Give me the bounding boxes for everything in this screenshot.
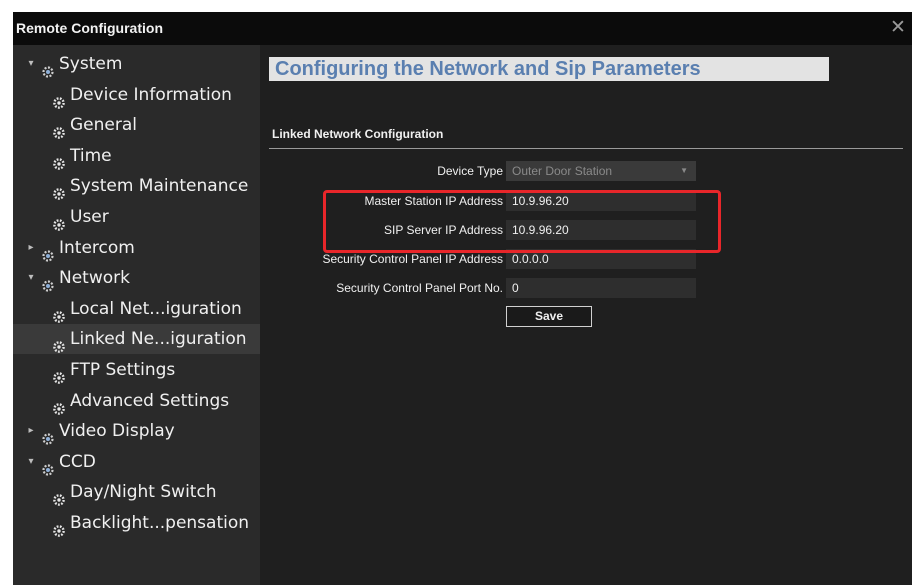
- sidebar-item-label: FTP Settings: [70, 360, 176, 380]
- sidebar-item-label: General: [70, 115, 137, 136]
- close-icon[interactable]: ✕: [888, 15, 908, 39]
- gear-icon: [53, 333, 65, 354]
- sidebar-item-local-net-iguration[interactable]: Local Net...iguration: [13, 294, 260, 324]
- sidebar-item-user[interactable]: User: [13, 202, 260, 232]
- page-header: Configuring the Network and Sip Paramete…: [269, 57, 829, 81]
- sidebar-item-backlight-pensation[interactable]: Backlight...pensation: [13, 508, 260, 538]
- sidebar-item-device-information[interactable]: Device Information: [13, 80, 260, 110]
- sidebar-item-ccd[interactable]: ▾ CCD: [13, 447, 260, 477]
- expand-arrow-right-icon[interactable]: ▸: [27, 416, 35, 446]
- gear-icon: [53, 364, 65, 384]
- gear-icon: [53, 303, 65, 323]
- sidebar-item-label: Time: [70, 145, 112, 166]
- gear-group-icon: [42, 242, 54, 262]
- sidebar-item-label: Intercom: [59, 237, 135, 258]
- sidebar-item-system-maintenance[interactable]: System Maintenance: [13, 171, 260, 201]
- security-control-panel-port-no-field[interactable]: 0: [506, 278, 696, 298]
- sidebar-item-label: System: [59, 54, 123, 74]
- sip-server-ip-address-field[interactable]: 10.9.96.20: [506, 220, 696, 240]
- sidebar-item-label: System Maintenance: [70, 176, 249, 197]
- sidebar-item-advanced-settings[interactable]: Advanced Settings: [13, 386, 260, 416]
- gear-icon: [53, 517, 65, 537]
- security-control-panel-ip-address-value: 0.0.0.0: [512, 252, 549, 266]
- sidebar-item-label: Day/Night Switch: [70, 482, 217, 503]
- expand-arrow-down-icon[interactable]: ▾: [27, 447, 35, 477]
- remote-configuration-window: Remote Configuration ✕ ▾ System Device Inf…: [13, 12, 912, 585]
- security-control-panel-port-no-label: Security Control Panel Port No.: [336, 281, 503, 295]
- sidebar-item-day-night-switch[interactable]: Day/Night Switch: [13, 477, 260, 507]
- sidebar-item-label: Device Information: [70, 84, 232, 105]
- security-control-panel-port-no-value: 0: [512, 281, 519, 295]
- sidebar-item-system[interactable]: ▾ System: [13, 49, 260, 79]
- expand-arrow-right-icon[interactable]: ▸: [27, 233, 35, 263]
- gear-group-icon: [42, 272, 54, 292]
- gear-group-icon: [42, 58, 54, 78]
- gear-icon: [53, 180, 65, 201]
- section-title: Linked Network Configuration: [272, 127, 444, 141]
- device-type-value: Outer Door Station: [512, 164, 613, 178]
- master-station-ip-address-value: 10.9.96.20: [512, 194, 569, 208]
- sip-server-ip-address-value: 10.9.96.20: [512, 223, 569, 237]
- device-type-select[interactable]: Outer Door Station ▼: [506, 161, 696, 181]
- sidebar-item-network[interactable]: ▾ Network: [13, 263, 260, 293]
- sidebar-item-label: Linked Ne...iguration: [70, 329, 247, 350]
- sidebar-item-label: User: [70, 207, 109, 227]
- gear-icon: [53, 211, 65, 231]
- section-divider: [269, 148, 903, 149]
- gear-group-icon: [42, 425, 54, 445]
- sidebar-item-video-display[interactable]: ▸ Video Display: [13, 416, 260, 446]
- chevron-down-icon[interactable]: ▼: [680, 161, 688, 181]
- expand-arrow-down-icon[interactable]: ▾: [27, 263, 35, 293]
- sidebar-item-intercom[interactable]: ▸ Intercom: [13, 233, 260, 263]
- master-station-ip-address-label: Master Station IP Address: [364, 194, 503, 208]
- sidebar-item-label: Advanced Settings: [70, 390, 230, 411]
- gear-icon: [53, 119, 65, 139]
- sidebar-item-ftp-settings[interactable]: FTP Settings: [13, 355, 260, 385]
- gear-icon: [53, 395, 65, 415]
- master-station-ip-address-field[interactable]: 10.9.96.20: [506, 191, 696, 211]
- sidebar-item-linked-ne-iguration[interactable]: Linked Ne...iguration: [13, 324, 260, 355]
- sip-server-ip-address-label: SIP Server IP Address: [384, 223, 503, 237]
- window-title: Remote Configuration: [16, 20, 163, 36]
- sidebar-item-label: Video Display: [59, 421, 175, 442]
- content-panel: Configuring the Network and Sip Paramete…: [260, 45, 912, 585]
- security-control-panel-ip-address-label: Security Control Panel IP Address: [322, 252, 503, 266]
- gear-icon: [53, 486, 65, 507]
- security-control-panel-ip-address-field[interactable]: 0.0.0.0: [506, 249, 696, 269]
- title-bar: Remote Configuration ✕: [13, 12, 912, 45]
- sidebar-item-label: Local Net...iguration: [70, 298, 242, 319]
- sidebar-item-general[interactable]: General: [13, 110, 260, 140]
- gear-group-icon: [42, 456, 54, 476]
- sidebar-item-time[interactable]: Time: [13, 141, 260, 171]
- page-title: Configuring the Network and Sip Paramete…: [275, 58, 701, 80]
- sidebar-item-label: Backlight...pensation: [70, 513, 250, 533]
- sidebar-item-label: Network: [59, 268, 130, 289]
- device-type-label: Device Type: [437, 164, 503, 178]
- sidebar-item-label: CCD: [59, 451, 96, 472]
- expand-arrow-down-icon[interactable]: ▾: [27, 49, 35, 79]
- save-button[interactable]: Save: [506, 306, 592, 327]
- navigation-tree: ▾ System Device Information General Time Syst…: [13, 45, 260, 585]
- gear-icon: [53, 150, 65, 170]
- gear-icon: [53, 89, 65, 109]
